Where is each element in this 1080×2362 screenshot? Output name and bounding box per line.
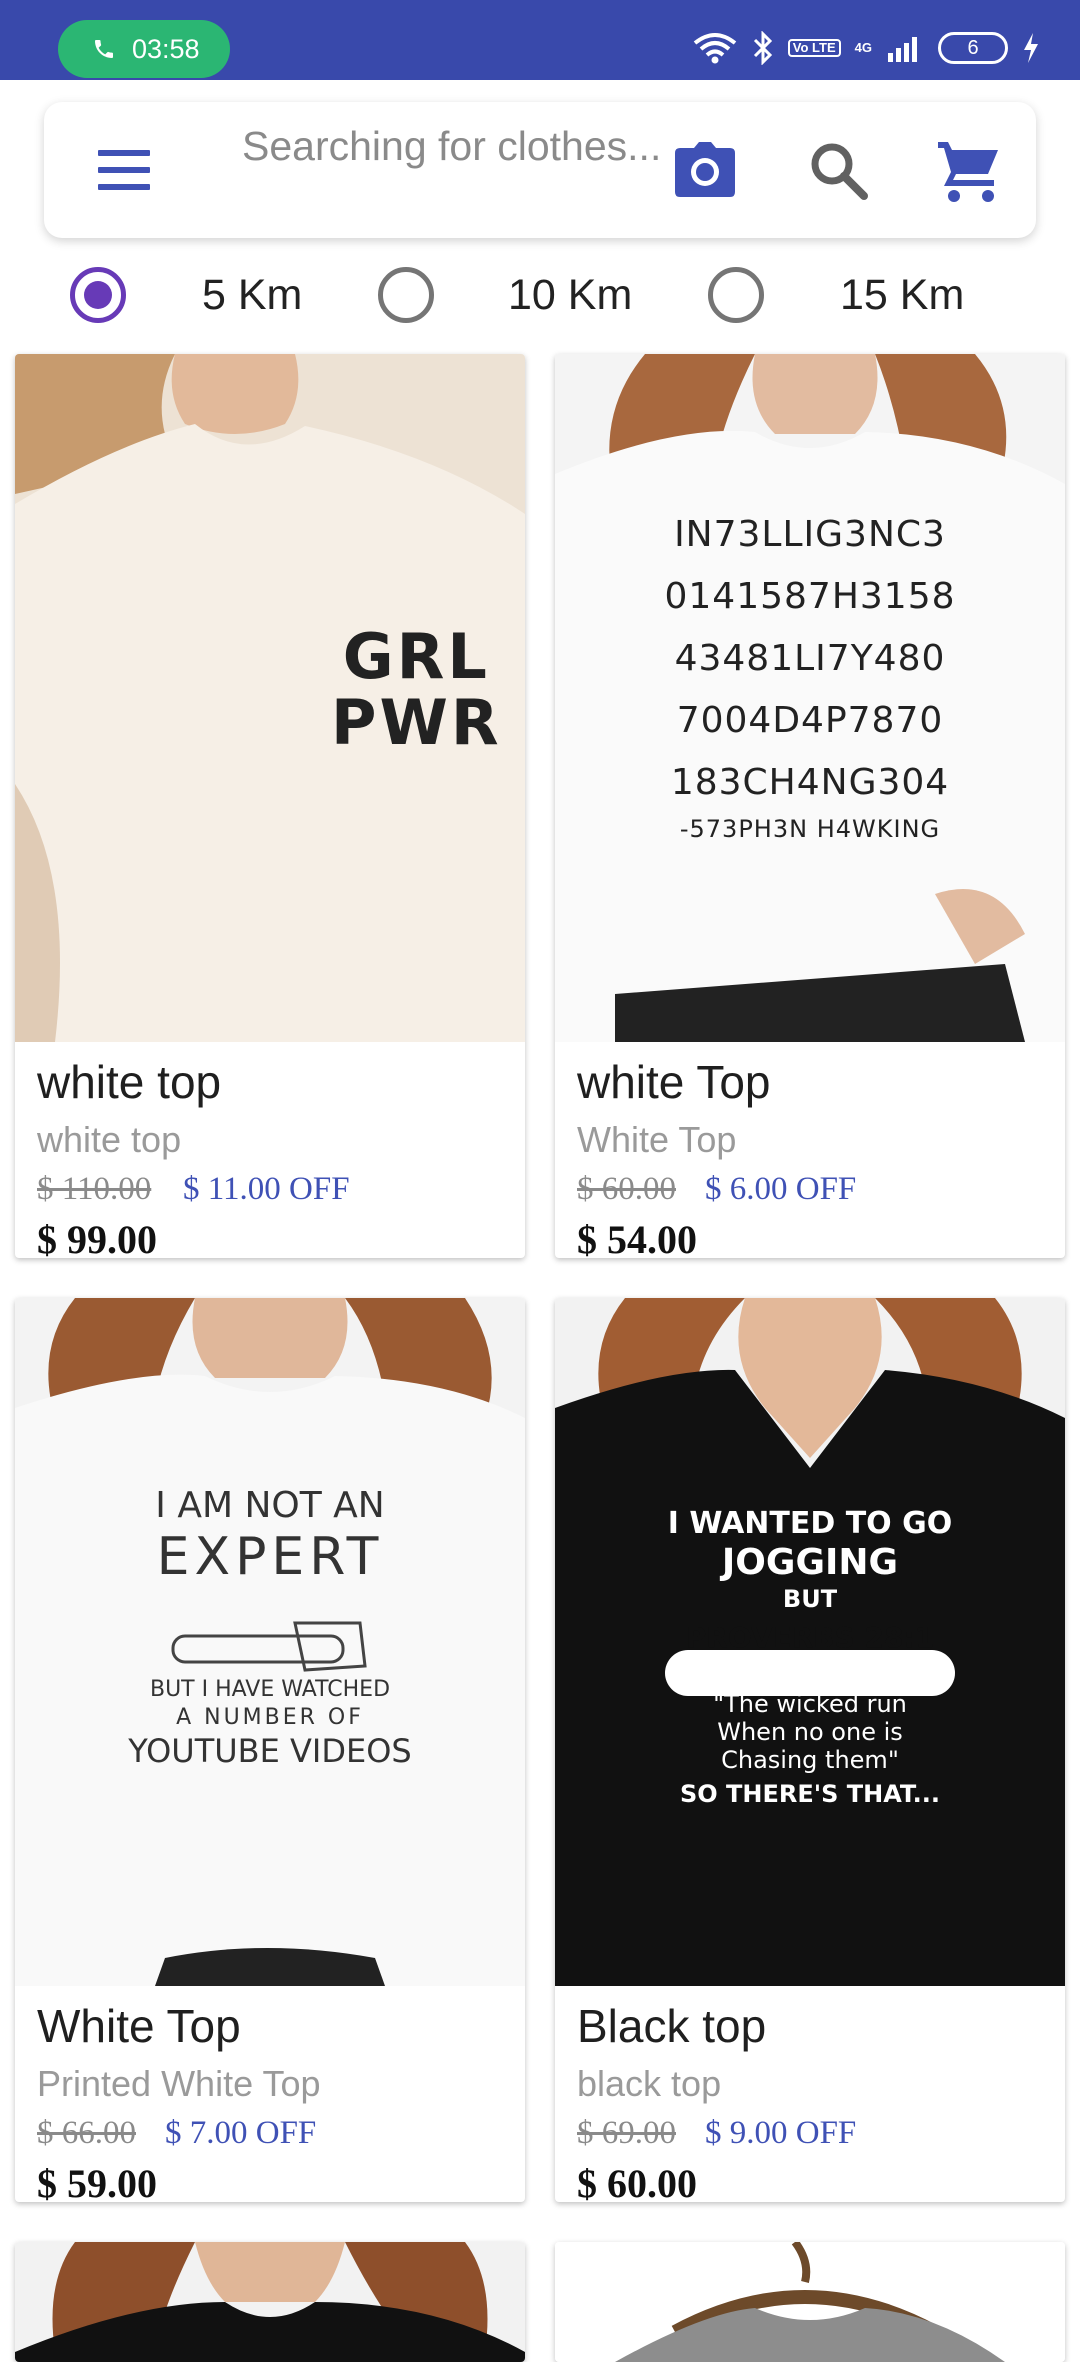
discount-label: $ 9.00 OFF xyxy=(705,2115,857,2151)
print-line: YOUTUBE VIDEOS xyxy=(128,1732,412,1770)
product-image[interactable]: GRL PWR xyxy=(15,354,525,1042)
product-card-partial[interactable] xyxy=(15,2242,525,2362)
product-subtitle: black top xyxy=(577,2063,722,2104)
camera-icon xyxy=(675,142,735,197)
product-subtitle: Printed White Top xyxy=(37,2063,321,2104)
product-photo xyxy=(15,2242,525,2362)
search-button[interactable] xyxy=(806,138,872,204)
product-subtitle: white top xyxy=(37,1119,182,1160)
product-image[interactable]: I WANTED TO GO JOGGING BUT PROVERBS 28:1… xyxy=(555,1298,1065,1986)
search-input[interactable]: Searching for clothes... xyxy=(242,120,662,220)
product-card[interactable]: GRL PWR white top white top $ 110.00 $ 1… xyxy=(15,354,525,1258)
original-price: $ 69.00 xyxy=(577,2115,676,2151)
signal-icon xyxy=(888,37,917,62)
product-card[interactable]: I AM NOT AN EXPERT BUT I HAVE WATCHED A … xyxy=(15,1298,525,2202)
radio-10km[interactable] xyxy=(378,267,434,323)
print-line: BUT xyxy=(782,1585,838,1613)
original-price: $ 66.00 xyxy=(37,2115,136,2151)
final-price: $ 54.00 xyxy=(577,1217,697,1258)
distance-filter: 5 Km 10 Km 15 Km xyxy=(0,255,1080,335)
charging-icon xyxy=(1024,33,1038,63)
final-price: $ 60.00 xyxy=(577,2161,697,2202)
print-line: I AM NOT AN xyxy=(155,1485,385,1526)
print-line: I WANTED TO GO xyxy=(667,1506,953,1541)
product-image[interactable]: I AM NOT AN EXPERT BUT I HAVE WATCHED A … xyxy=(15,1298,525,1986)
menu-icon-line xyxy=(98,150,150,156)
final-price: $ 99.00 xyxy=(37,1217,157,1258)
product-title: Black top xyxy=(577,2000,767,2052)
print-line: JOGGING xyxy=(721,1542,899,1583)
print-line: PROVERBS 28:1 xyxy=(685,1621,935,1654)
volte-icon: Vo LTE xyxy=(787,39,841,57)
print-line: 183CH4NG304 xyxy=(670,762,950,803)
radio-5km[interactable] xyxy=(70,267,126,323)
product-title: White Top xyxy=(37,2000,241,2052)
product-subtitle: White Top xyxy=(577,1119,737,1160)
print-line: "The wicked run xyxy=(713,1690,907,1718)
print-line: -573PH3N H4WKING xyxy=(679,815,941,843)
print-line: 43481LI7Y480 xyxy=(674,638,946,679)
print-line: 7004D4P7870 xyxy=(676,700,944,741)
status-icons: Vo LTE 4G 6 xyxy=(692,26,1040,70)
wifi-icon xyxy=(693,33,737,64)
radio-label-10km[interactable]: 10 Km xyxy=(508,269,632,321)
product-image[interactable]: IN73LLIG3NC3 0141587H3158 43481LI7Y480 7… xyxy=(555,354,1065,1042)
battery-level: 6 xyxy=(967,36,979,59)
print-line: 0141587H3158 xyxy=(664,576,956,617)
radio-label-15km[interactable]: 15 Km xyxy=(840,269,964,321)
product-card-partial[interactable] xyxy=(555,2242,1065,2362)
print-line: SAYS xyxy=(781,1664,839,1688)
print-line: Chasing them" xyxy=(721,1746,899,1774)
cart-icon xyxy=(938,142,998,202)
radio-label-5km[interactable]: 5 Km xyxy=(202,269,302,321)
product-title: white Top xyxy=(577,1056,771,1108)
final-price: $ 59.00 xyxy=(37,2161,157,2202)
print-line: PWR xyxy=(331,686,502,759)
call-time: 03:58 xyxy=(132,33,200,64)
camera-button[interactable] xyxy=(672,140,738,200)
discount-label: $ 11.00 OFF xyxy=(183,1171,350,1207)
product-card[interactable]: I WANTED TO GO JOGGING BUT PROVERBS 28:1… xyxy=(555,1298,1065,2202)
phone-icon xyxy=(95,40,113,58)
search-bar: Searching for clothes... xyxy=(44,102,1036,238)
product-title: white top xyxy=(37,1056,222,1108)
radio-15km[interactable] xyxy=(708,267,764,323)
battery-icon: 6 xyxy=(938,32,1008,64)
menu-icon-line xyxy=(98,184,150,190)
discount-label: $ 7.00 OFF xyxy=(165,2115,317,2151)
print-line: IN73LLIG3NC3 xyxy=(674,514,946,555)
product-card[interactable]: IN73LLIG3NC3 0141587H3158 43481LI7Y480 7… xyxy=(555,354,1065,1258)
status-bar: 03:58 Vo LTE 4G 6 xyxy=(0,0,1080,80)
discount-label: $ 6.00 OFF xyxy=(705,1171,857,1207)
print-line: When no one is xyxy=(717,1718,903,1746)
bluetooth-icon xyxy=(753,31,772,65)
print-line: SO THERE'S THAT... xyxy=(679,1780,940,1808)
print-line: GRL xyxy=(342,620,490,693)
cart-button[interactable] xyxy=(934,136,1006,204)
original-price: $ 110.00 xyxy=(37,1171,152,1207)
ongoing-call-pill[interactable]: 03:58 xyxy=(58,20,230,78)
print-line: BUT I HAVE WATCHED xyxy=(149,1677,391,1702)
original-price: $ 60.00 xyxy=(577,1171,676,1207)
print-line: EXPERT xyxy=(156,1527,384,1587)
product-photo xyxy=(555,2242,1065,2362)
menu-icon-line xyxy=(98,167,150,173)
search-icon xyxy=(811,143,868,200)
print-line: A NUMBER OF xyxy=(176,1705,364,1730)
network-type: 4G xyxy=(854,40,872,55)
menu-button[interactable] xyxy=(92,144,156,196)
